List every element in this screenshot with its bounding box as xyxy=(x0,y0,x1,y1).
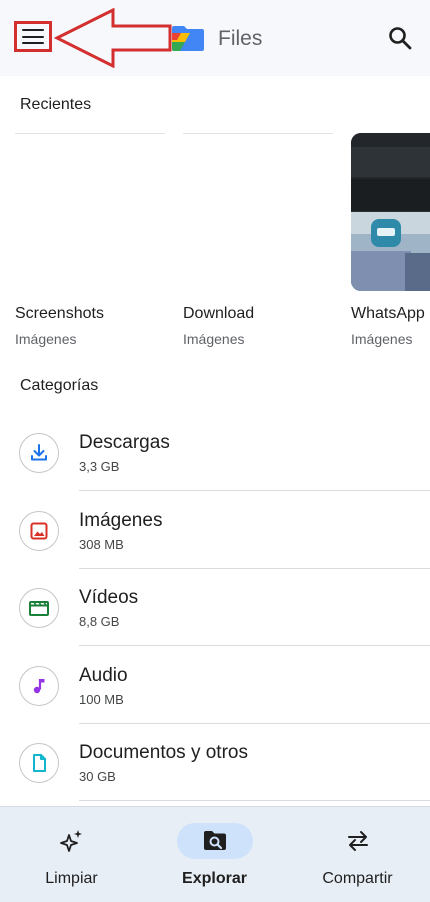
nav-pill xyxy=(34,823,110,859)
category-documentos[interactable]: Documentos y otros 30 GB xyxy=(0,723,430,801)
nav-explorar[interactable]: Explorar xyxy=(143,807,286,902)
nav-label: Explorar xyxy=(182,870,247,887)
recent-item-screenshots[interactable]: Screenshots Imágenes xyxy=(15,133,175,347)
recents-heading: Recientes xyxy=(20,96,92,113)
menu-button[interactable] xyxy=(14,21,52,52)
files-logo-icon xyxy=(172,26,204,51)
search-icon[interactable] xyxy=(386,24,414,52)
category-descargas[interactable]: Descargas 3,3 GB xyxy=(0,413,430,491)
recent-item-download[interactable]: Download Imágenes xyxy=(183,133,343,347)
swap-arrows-icon xyxy=(347,831,368,851)
recent-item-name: WhatsApp xyxy=(351,305,425,322)
recent-item-name: Screenshots xyxy=(15,305,104,322)
category-videos[interactable]: Vídeos 8,8 GB xyxy=(0,568,430,646)
category-label: Descargas xyxy=(79,432,170,453)
nav-pill-active xyxy=(176,823,253,859)
app-title: Files xyxy=(218,27,263,50)
browse-folder-icon xyxy=(203,831,226,850)
nav-pill xyxy=(320,823,396,859)
recent-thumbnail-whatsapp[interactable] xyxy=(351,133,430,291)
video-icon xyxy=(19,588,59,628)
category-label: Documentos y otros xyxy=(79,742,248,763)
sparkle-icon xyxy=(59,830,82,852)
document-icon xyxy=(19,743,59,783)
category-audio[interactable]: Audio 100 MB xyxy=(0,646,430,724)
category-label: Audio xyxy=(79,665,128,686)
category-imagenes[interactable]: Imágenes 308 MB xyxy=(0,491,430,569)
recent-thumbnail xyxy=(183,133,333,293)
photo-thumbnail-icon xyxy=(351,133,430,291)
nav-label: Limpiar xyxy=(45,870,98,887)
categories-heading: Categorías xyxy=(20,377,99,394)
nav-label: Compartir xyxy=(322,870,393,887)
category-size: 100 MB xyxy=(79,692,124,707)
category-size: 308 MB xyxy=(79,537,124,552)
recent-thumbnail xyxy=(15,133,165,293)
music-note-icon xyxy=(19,666,59,706)
recent-item-kind: Imágenes xyxy=(15,331,77,347)
category-size: 3,3 GB xyxy=(79,459,120,474)
category-size: 30 GB xyxy=(79,769,116,784)
top-app-bar: Files xyxy=(0,0,430,76)
bottom-navigation: Limpiar Explorar Compartir xyxy=(0,806,430,902)
divider xyxy=(79,800,430,801)
category-size: 8,8 GB xyxy=(79,614,120,629)
image-icon xyxy=(19,511,59,551)
category-label: Vídeos xyxy=(79,587,139,608)
recent-item-kind: Imágenes xyxy=(351,331,413,347)
nav-compartir[interactable]: Compartir xyxy=(286,807,429,902)
recent-item-kind: Imágenes xyxy=(183,331,245,347)
category-label: Imágenes xyxy=(79,510,163,531)
nav-limpiar[interactable]: Limpiar xyxy=(0,807,143,902)
download-icon xyxy=(19,433,59,473)
hamburger-menu-icon xyxy=(22,29,44,44)
red-arrow-annotation-icon xyxy=(54,8,172,68)
recent-item-name: Download xyxy=(183,305,255,322)
